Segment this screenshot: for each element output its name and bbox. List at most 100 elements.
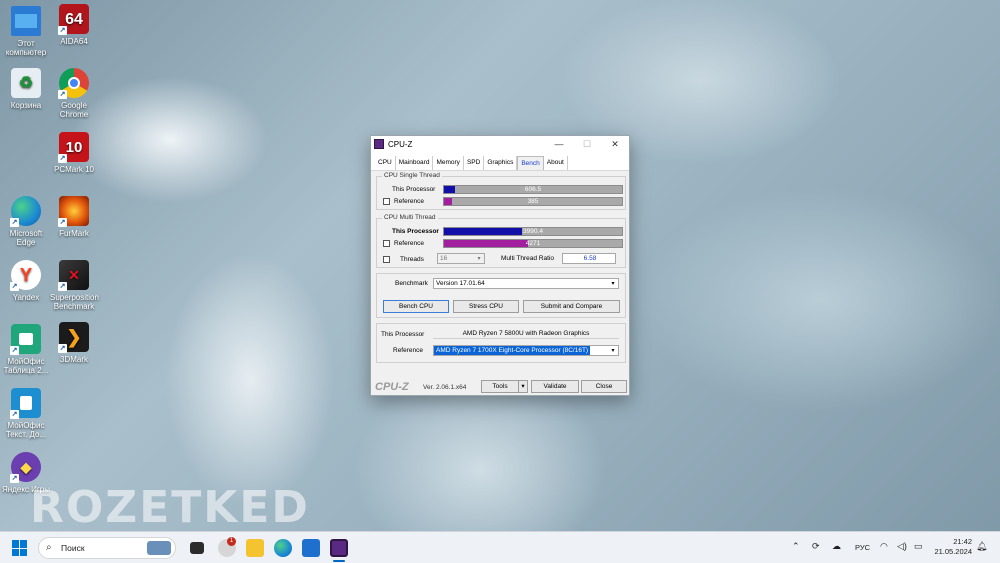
notification-bell-icon[interactable]: 🔔︎ bbox=[976, 541, 987, 552]
app-tray-icon[interactable]: ☁ bbox=[832, 541, 841, 552]
yandex-icon-glyph: Y bbox=[19, 264, 32, 285]
gamepad-icon: ◆ ↗ bbox=[10, 452, 41, 483]
desktop-icon-3dmark[interactable]: ❯ ↗ 3DMark bbox=[50, 322, 98, 364]
recycle-bin-icon: ♻ bbox=[11, 68, 41, 98]
desktop-icon-label: PCMark 10 bbox=[53, 165, 94, 174]
single-this-bar: 606.5 bbox=[443, 184, 623, 194]
desktop-icon-label: Этот компьютер bbox=[5, 39, 47, 57]
threads-checkbox[interactable] bbox=[383, 255, 390, 263]
validate-button[interactable]: Validate bbox=[531, 380, 579, 393]
myoffice-text-icon: ↗ bbox=[10, 388, 41, 419]
tab-bench[interactable]: Bench bbox=[517, 156, 544, 170]
cpuz-taskbar-icon[interactable] bbox=[330, 539, 348, 557]
desktop-icon-myoffice-table[interactable]: ↗ МойОфис Таблица 2... bbox=[2, 324, 50, 375]
desktop-icon-recycle-bin[interactable]: ♻ Корзина bbox=[2, 68, 50, 110]
tab-graphics[interactable]: Graphics bbox=[484, 156, 518, 170]
single-this-value: 606.5 bbox=[524, 185, 542, 193]
tab-memory[interactable]: Memory bbox=[433, 156, 464, 170]
desktop-icon-label: Корзина bbox=[10, 101, 42, 110]
pcmark-icon-glyph: 10 bbox=[65, 138, 83, 156]
cpuz-app-icon bbox=[374, 139, 384, 149]
single-ref-bar: 385 bbox=[443, 196, 623, 206]
update-icon[interactable]: ⟳ bbox=[812, 541, 820, 552]
desktop-icon-chrome[interactable]: ↗ Google Chrome bbox=[50, 68, 98, 119]
maximize-button[interactable]: ☐ bbox=[573, 139, 601, 150]
task-view-icon[interactable] bbox=[190, 542, 204, 554]
chevron-down-icon: ▾ bbox=[477, 256, 481, 262]
chevron-up-icon[interactable]: ⌃ bbox=[792, 541, 800, 552]
tab-bar: CPU Mainboard Memory SPD Graphics Bench … bbox=[371, 152, 629, 171]
edge-taskbar-icon[interactable] bbox=[274, 539, 292, 557]
language-indicator[interactable]: РУС bbox=[855, 543, 870, 552]
close-window-button[interactable]: ✕ bbox=[601, 139, 629, 150]
tab-mainboard[interactable]: Mainboard bbox=[396, 156, 434, 170]
benchmark-version-select[interactable]: Version 17.01.64 ▾ bbox=[433, 278, 619, 289]
shortcut-arrow-icon: ↗ bbox=[58, 344, 67, 353]
stress-cpu-button[interactable]: Stress CPU bbox=[453, 300, 519, 313]
single-ref-value: 385 bbox=[527, 197, 539, 205]
desktop-icon-label: Microsoft Edge bbox=[9, 229, 43, 247]
3dmark-icon: ❯ ↗ bbox=[58, 322, 89, 353]
windows-start-icon[interactable] bbox=[12, 540, 28, 556]
benchmark-version-value: Version 17.01.64 bbox=[436, 280, 485, 287]
multi-this-value: 3990.4 bbox=[523, 227, 543, 235]
single-this-row: This Processor 606.5 bbox=[383, 184, 623, 194]
this-processor-value: AMD Ryzen 7 5800U with Radeon Graphics bbox=[433, 329, 619, 339]
reference-processor-select[interactable]: AMD Ryzen 7 1700X Eight-Core Processor (… bbox=[433, 345, 619, 356]
desktop-icon-label: 3DMark bbox=[59, 355, 88, 364]
tab-about[interactable]: About bbox=[544, 156, 568, 170]
myoffice-table-icon: ↗ bbox=[10, 324, 41, 355]
taskbar: ⌕ Поиск 1 ⌃ ⟳ ☁ РУС ◠ ◁) ▭ 21:42 21.05.2… bbox=[0, 531, 1000, 563]
notification-badge: 1 bbox=[227, 537, 236, 546]
multi-thread-group: CPU Multi Thread This Processor 3990.4 R… bbox=[376, 214, 626, 268]
threads-select[interactable]: 16 ▾ bbox=[437, 253, 485, 264]
edge-icon: ↗ bbox=[10, 196, 41, 227]
desktop-icon-furmark[interactable]: ↗ FurMark bbox=[50, 196, 98, 238]
shortcut-arrow-icon: ↗ bbox=[10, 410, 19, 419]
superposition-icon: ✕ ↗ bbox=[58, 260, 89, 291]
file-explorer-icon[interactable] bbox=[246, 539, 264, 557]
clock-date: 21.05.2024 bbox=[934, 547, 972, 556]
desktop-icon-superposition[interactable]: ✕ ↗ Superposition Benchmark bbox=[50, 260, 99, 311]
wifi-icon[interactable]: ◠ bbox=[880, 541, 888, 552]
active-app-indicator bbox=[333, 560, 345, 562]
cpuz-window[interactable]: CPU-Z — ☐ ✕ CPU Mainboard Memory SPD Gra… bbox=[370, 135, 630, 396]
battery-icon[interactable]: ▭ bbox=[914, 541, 923, 552]
desktop-icon-pcmark10[interactable]: 10 ↗ PCMark 10 bbox=[50, 132, 98, 174]
desktop-icon-edge[interactable]: ↗ Microsoft Edge bbox=[2, 196, 50, 247]
title-bar[interactable]: CPU-Z — ☐ ✕ bbox=[371, 136, 629, 152]
tab-cpu[interactable]: CPU bbox=[375, 156, 396, 170]
single-ref-checkbox[interactable] bbox=[383, 197, 390, 205]
tab-spd[interactable]: SPD bbox=[464, 156, 485, 170]
multi-ref-checkbox[interactable] bbox=[383, 239, 390, 247]
volume-icon[interactable]: ◁) bbox=[897, 541, 907, 552]
clock[interactable]: 21:42 21.05.2024 bbox=[934, 537, 972, 557]
benchmark-label: Benchmark bbox=[395, 280, 428, 287]
tools-dropdown-button[interactable]: ▾ bbox=[518, 380, 528, 393]
multi-ref-value: 4271 bbox=[525, 239, 541, 247]
desktop-icon-label: FurMark bbox=[59, 229, 89, 238]
tools-button[interactable]: Tools bbox=[481, 380, 519, 393]
taskbar-search-box[interactable]: ⌕ Поиск bbox=[38, 537, 176, 559]
submit-compare-button[interactable]: Submit and Compare bbox=[523, 300, 620, 313]
benchmark-group: Benchmark Version 17.01.64 ▾ Bench CPU S… bbox=[376, 273, 626, 318]
desktop-icon-this-pc[interactable]: Этот компьютер bbox=[2, 6, 50, 57]
desktop-icon-myoffice-text[interactable]: ↗ МойОфис Текст. До... bbox=[2, 388, 50, 439]
desktop-icon-aida64[interactable]: 64 ↗ AIDA64 bbox=[50, 4, 98, 46]
chevron-down-icon: ▾ bbox=[611, 348, 615, 354]
bench-cpu-button[interactable]: Bench CPU bbox=[383, 300, 449, 313]
threads-label: Threads bbox=[400, 255, 424, 263]
multi-thread-legend: CPU Multi Thread bbox=[382, 214, 438, 221]
store-icon[interactable] bbox=[302, 539, 320, 557]
desktop-icon-label: Yandex bbox=[12, 293, 40, 302]
shortcut-arrow-icon: ↗ bbox=[10, 346, 19, 355]
tools-label: Tools bbox=[492, 383, 508, 390]
single-thread-group: CPU Single Thread This Processor 606.5 R… bbox=[376, 172, 626, 210]
desktop-icon-yandex[interactable]: Y ↗ Yandex bbox=[2, 260, 50, 302]
chevron-down-icon: ▾ bbox=[521, 383, 525, 390]
close-button[interactable]: Close bbox=[581, 380, 627, 393]
shortcut-arrow-icon: ↗ bbox=[58, 218, 67, 227]
shortcut-arrow-icon: ↗ bbox=[58, 282, 67, 291]
minimize-button[interactable]: — bbox=[545, 139, 573, 149]
window-footer: CPU-Z Ver. 2.06.1.x64 Tools ▾ Validate C… bbox=[371, 379, 629, 396]
